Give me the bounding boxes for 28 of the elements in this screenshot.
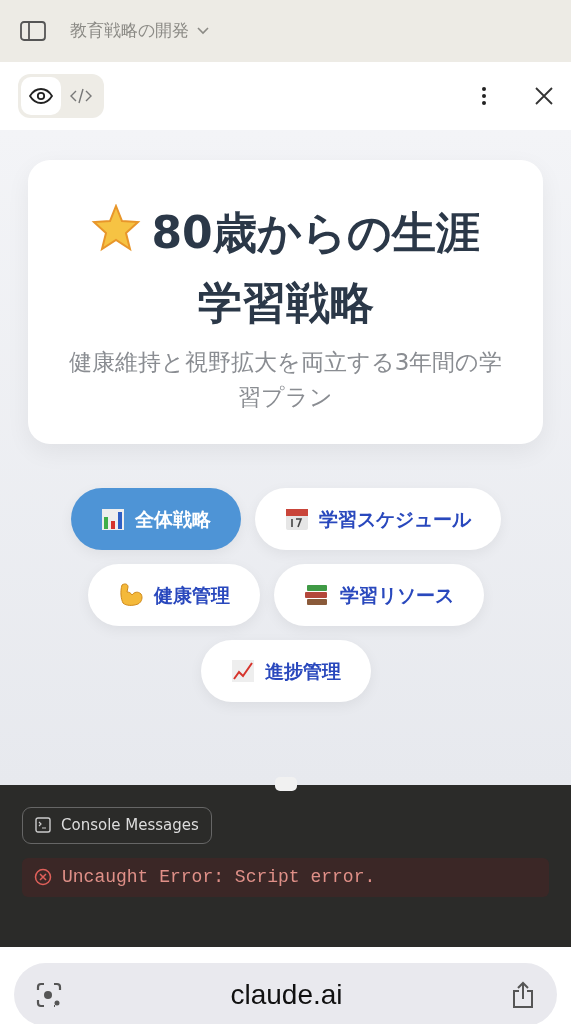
- error-icon: [34, 868, 52, 886]
- tab[interactable]: 健康管理: [87, 564, 260, 627]
- visual-search-icon[interactable]: [36, 981, 62, 1008]
- preview-toggle[interactable]: [21, 77, 61, 115]
- terminal-icon: [35, 817, 51, 834]
- tab[interactable]: 学習リソース: [273, 564, 484, 627]
- close-icon[interactable]: [535, 87, 553, 105]
- sidebar-icon[interactable]: [20, 21, 46, 41]
- address-bar[interactable]: claude.ai: [14, 963, 557, 1024]
- tab[interactable]: 進捗管理: [200, 640, 371, 703]
- hero-subtitle: 健康維持と視野拡大を両立する3年間の学習プラン: [67, 347, 504, 413]
- books-icon: [303, 583, 330, 608]
- hero-title: 80歳からの生涯学習戦略: [151, 207, 480, 329]
- share-icon[interactable]: [511, 980, 535, 1009]
- star-icon: [91, 204, 142, 252]
- address-text: claude.ai: [230, 977, 343, 1012]
- chevron-down-icon[interactable]: [197, 27, 209, 35]
- eye-icon: [29, 88, 53, 104]
- tab[interactable]: 学習スケジュール: [254, 488, 501, 551]
- more-icon[interactable]: [481, 86, 487, 106]
- line-chart-icon: [230, 659, 255, 684]
- calendar-icon: [284, 507, 309, 532]
- code-icon: [70, 88, 92, 104]
- bar-chart-icon: [100, 507, 125, 532]
- console-messages-button[interactable]: Console Messages: [22, 807, 212, 844]
- flexed-arm-icon: [117, 582, 144, 609]
- resize-handle[interactable]: [275, 777, 297, 791]
- error-text: Uncaught Error: Script error.: [62, 865, 376, 889]
